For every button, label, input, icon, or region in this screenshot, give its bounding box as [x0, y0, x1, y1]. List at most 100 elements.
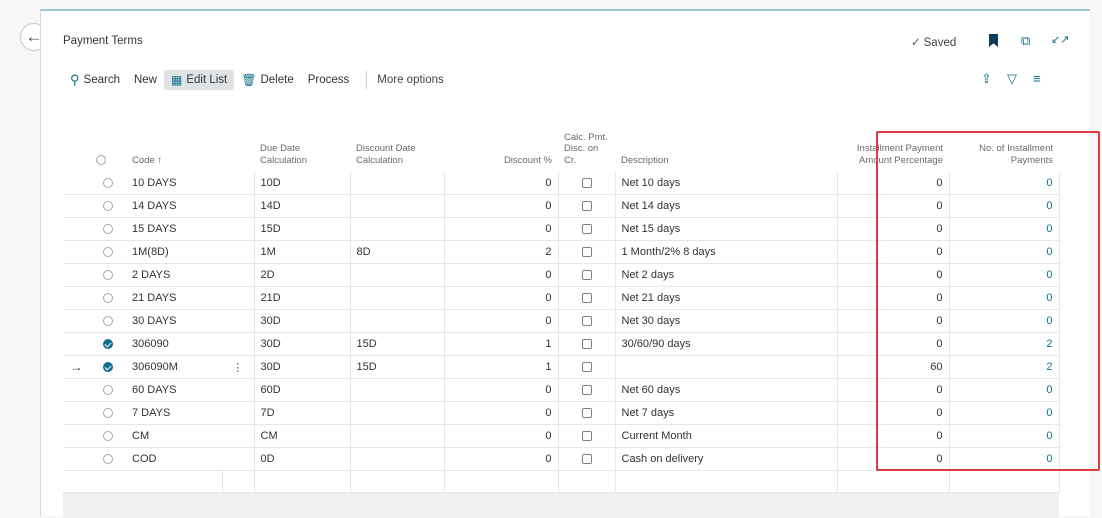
- row-actions-menu[interactable]: [222, 172, 255, 195]
- cell-description[interactable]: Net 2 days: [615, 263, 838, 287]
- empty-new-row[interactable]: [63, 470, 1060, 493]
- cell-due-date[interactable]: 30D: [254, 355, 351, 379]
- cell-description[interactable]: Net 30 days: [615, 309, 838, 333]
- cell-installment-pct[interactable]: 0: [837, 309, 950, 333]
- cell-installment-pct[interactable]: 0: [837, 172, 950, 195]
- cell-due-date[interactable]: 15D: [254, 217, 351, 241]
- col-header-calc-pmt[interactable]: Calc. Pmt. Disc. on Cr.: [558, 111, 615, 172]
- cell-code[interactable]: 14 DAYS: [126, 194, 222, 218]
- cell-description[interactable]: 1 Month/2% 8 days: [615, 240, 838, 264]
- cell-installment-pct[interactable]: 0: [837, 332, 950, 356]
- cell-code[interactable]: COD: [126, 447, 222, 471]
- cell-code[interactable]: 10 DAYS: [126, 172, 222, 195]
- row-select-radio[interactable]: [90, 172, 126, 195]
- cell-installment-count[interactable]: 2: [949, 355, 1060, 379]
- table-row[interactable]: 1M(8D) 1M 8D 2 1 Month/2% 8 days 0 0: [63, 240, 1060, 264]
- row-actions-menu[interactable]: ⋮: [222, 355, 255, 379]
- cell-due-date[interactable]: 60D: [254, 378, 351, 402]
- row-select-radio[interactable]: [90, 240, 126, 264]
- cell-calc-pmt-checkbox[interactable]: [558, 286, 616, 310]
- cell-discount-date[interactable]: [350, 447, 445, 471]
- cell-discount[interactable]: 0: [444, 424, 559, 448]
- row-actions-menu[interactable]: [222, 217, 255, 241]
- cell-code[interactable]: 1M(8D): [126, 240, 222, 264]
- cell-due-date[interactable]: 10D: [254, 172, 351, 195]
- empty-cell[interactable]: [615, 470, 838, 493]
- cell-description[interactable]: Net 10 days: [615, 172, 838, 195]
- cell-calc-pmt-checkbox[interactable]: [558, 378, 616, 402]
- cell-installment-count[interactable]: 0: [949, 424, 1060, 448]
- cell-calc-pmt-checkbox[interactable]: [558, 447, 616, 471]
- cell-calc-pmt-checkbox[interactable]: [558, 401, 616, 425]
- collapse-icon[interactable]: ↙↗: [1051, 33, 1069, 46]
- cell-discount-date[interactable]: 15D: [350, 355, 445, 379]
- list-view-icon[interactable]: ≡: [1033, 71, 1041, 86]
- row-actions-menu[interactable]: [222, 424, 255, 448]
- cell-due-date[interactable]: 1M: [254, 240, 351, 264]
- cell-due-date[interactable]: 14D: [254, 194, 351, 218]
- row-select-radio[interactable]: [90, 332, 126, 356]
- row-actions-menu[interactable]: [222, 286, 255, 310]
- col-header-installment-pct[interactable]: Installment Payment Amount Percentage: [837, 111, 949, 172]
- cell-installment-pct[interactable]: 0: [837, 194, 950, 218]
- cell-installment-count[interactable]: 0: [949, 240, 1060, 264]
- cell-calc-pmt-checkbox[interactable]: [558, 240, 616, 264]
- col-header-installment-count[interactable]: No. of Installment Payments: [949, 111, 1059, 172]
- cell-description[interactable]: Cash on delivery: [615, 447, 838, 471]
- cell-installment-count[interactable]: 0: [949, 309, 1060, 333]
- cell-discount-date[interactable]: [350, 401, 445, 425]
- cell-installment-count[interactable]: 2: [949, 332, 1060, 356]
- row-actions-menu[interactable]: [222, 263, 255, 287]
- cell-discount-date[interactable]: [350, 286, 445, 310]
- cell-installment-pct[interactable]: 0: [837, 240, 950, 264]
- cell-calc-pmt-checkbox[interactable]: [558, 172, 616, 195]
- cell-installment-pct[interactable]: 0: [837, 263, 950, 287]
- cell-installment-count[interactable]: 0: [949, 172, 1060, 195]
- cell-code[interactable]: 306090M: [126, 355, 222, 379]
- cell-due-date[interactable]: 30D: [254, 332, 351, 356]
- cell-due-date[interactable]: 30D: [254, 309, 351, 333]
- table-row[interactable]: CM CM 0 Current Month 0 0: [63, 424, 1060, 448]
- row-actions-menu[interactable]: [222, 378, 255, 402]
- cell-description[interactable]: Net 15 days: [615, 217, 838, 241]
- cell-code[interactable]: 60 DAYS: [126, 378, 222, 402]
- cell-description[interactable]: Net 7 days: [615, 401, 838, 425]
- cell-due-date[interactable]: CM: [254, 424, 351, 448]
- cell-installment-pct[interactable]: 0: [837, 378, 950, 402]
- table-row[interactable]: 7 DAYS 7D 0 Net 7 days 0 0: [63, 401, 1060, 425]
- bookmark-icon[interactable]: [989, 34, 998, 47]
- cell-code[interactable]: 15 DAYS: [126, 217, 222, 241]
- cell-code[interactable]: 21 DAYS: [126, 286, 222, 310]
- open-in-new-window-icon[interactable]: ⧉: [1021, 33, 1030, 49]
- cell-discount[interactable]: 0: [444, 378, 559, 402]
- cell-installment-count[interactable]: 0: [949, 263, 1060, 287]
- cell-discount-date[interactable]: [350, 378, 445, 402]
- col-header-discount-date[interactable]: Discount Date Calculation: [350, 111, 444, 172]
- cell-description[interactable]: Current Month: [615, 424, 838, 448]
- new-button[interactable]: New: [127, 71, 164, 89]
- col-header-discount[interactable]: Discount %: [444, 111, 558, 172]
- cell-discount[interactable]: 0: [444, 447, 559, 471]
- empty-cell[interactable]: [126, 470, 223, 493]
- edit-list-button[interactable]: ▦ Edit List: [163, 70, 235, 90]
- cell-discount[interactable]: 0: [444, 263, 559, 287]
- cell-discount[interactable]: 0: [444, 194, 559, 218]
- cell-code[interactable]: 7 DAYS: [126, 401, 222, 425]
- cell-discount-date[interactable]: 15D: [350, 332, 445, 356]
- cell-installment-pct[interactable]: 0: [837, 424, 950, 448]
- select-all-radio[interactable]: [90, 111, 126, 172]
- row-select-radio[interactable]: [90, 309, 126, 333]
- cell-calc-pmt-checkbox[interactable]: [558, 424, 616, 448]
- row-select-radio[interactable]: [90, 263, 126, 287]
- table-row[interactable]: 306090 30D 15D 1 30/60/90 days 0 2: [63, 332, 1060, 356]
- empty-cell[interactable]: [837, 470, 950, 493]
- cell-discount-date[interactable]: [350, 194, 445, 218]
- cell-installment-count[interactable]: 0: [949, 217, 1060, 241]
- empty-cell[interactable]: [90, 470, 126, 493]
- cell-discount-date[interactable]: [350, 263, 445, 287]
- cell-code[interactable]: 2 DAYS: [126, 263, 222, 287]
- col-header-description[interactable]: Description: [615, 111, 837, 172]
- empty-cell[interactable]: [63, 470, 90, 493]
- row-select-radio[interactable]: [90, 194, 126, 218]
- row-actions-menu[interactable]: [222, 332, 255, 356]
